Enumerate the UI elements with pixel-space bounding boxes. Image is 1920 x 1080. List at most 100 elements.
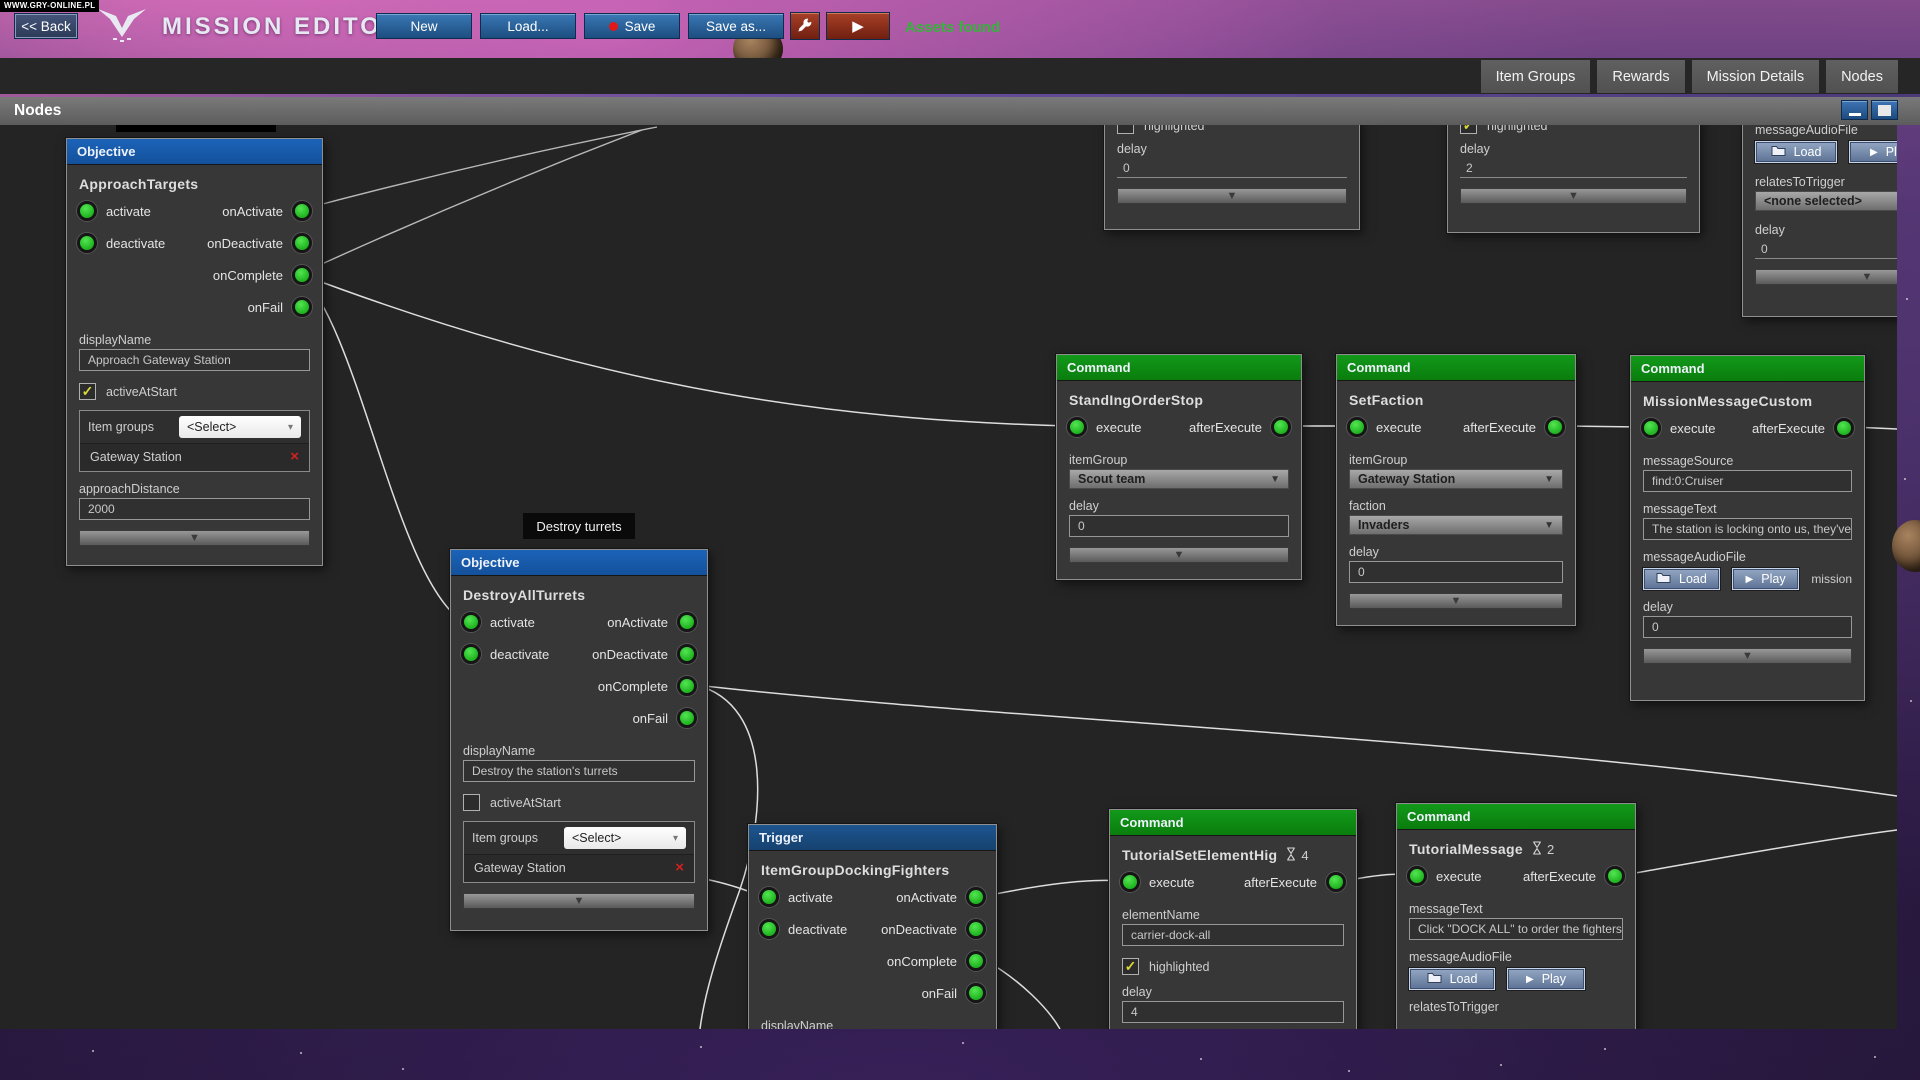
play-audio-button[interactable]: ▶Play bbox=[1507, 968, 1585, 990]
port-dot-icon[interactable] bbox=[77, 201, 97, 221]
delay-input[interactable]: 0 bbox=[1755, 239, 1897, 259]
remove-item-icon[interactable]: × bbox=[675, 860, 684, 875]
load-audio-button[interactable]: Load bbox=[1755, 141, 1837, 163]
back-button[interactable]: << Back bbox=[14, 13, 78, 39]
port-after-execute[interactable]: afterExecute bbox=[1463, 417, 1565, 437]
node-expander[interactable]: ▼ bbox=[1460, 188, 1687, 204]
port-execute[interactable]: execute bbox=[1347, 417, 1422, 437]
port-on-complete[interactable]: onComplete bbox=[213, 265, 312, 285]
item-groups-select[interactable]: <Select> ▾ bbox=[564, 827, 686, 849]
item-group-dropdown[interactable]: Gateway Station ▼ bbox=[1349, 469, 1563, 489]
port-dot-icon[interactable] bbox=[966, 887, 986, 907]
port-dot-icon[interactable] bbox=[461, 612, 481, 632]
tools-button[interactable] bbox=[790, 12, 820, 40]
maximize-button[interactable] bbox=[1871, 100, 1898, 120]
node-expander[interactable]: ▼ bbox=[1117, 188, 1347, 204]
port-on-deactivate[interactable]: onDeactivate bbox=[881, 919, 986, 939]
node-partial-top-left[interactable]: highlighted delay 0 ▼ bbox=[1104, 125, 1360, 230]
port-dot-icon[interactable] bbox=[1347, 417, 1367, 437]
port-on-deactivate[interactable]: onDeactivate bbox=[592, 644, 697, 664]
nodes-panel-header[interactable]: Nodes bbox=[0, 97, 1920, 125]
node-command-tutorial-set-element[interactable]: Command TutorialSetElementHig 4 execute … bbox=[1109, 809, 1357, 1029]
port-dot-icon[interactable] bbox=[1067, 417, 1087, 437]
port-dot-icon[interactable] bbox=[966, 951, 986, 971]
port-dot-icon[interactable] bbox=[677, 612, 697, 632]
highlighted-checkbox[interactable] bbox=[1117, 125, 1134, 134]
node-expander[interactable]: ▼ bbox=[1755, 269, 1897, 285]
message-source-input[interactable]: find:0:Cruiser bbox=[1643, 470, 1852, 492]
delay-input[interactable]: 0 bbox=[1643, 616, 1852, 638]
save-button[interactable]: Save bbox=[584, 13, 680, 39]
delay-input[interactable]: 0 bbox=[1117, 158, 1347, 178]
tab-item-groups[interactable]: Item Groups bbox=[1480, 60, 1591, 93]
port-dot-icon[interactable] bbox=[461, 644, 481, 664]
relates-to-trigger-dropdown[interactable]: <none selected> bbox=[1755, 191, 1897, 211]
port-on-activate[interactable]: onActivate bbox=[896, 887, 986, 907]
port-after-execute[interactable]: afterExecute bbox=[1752, 418, 1854, 438]
port-dot-icon[interactable] bbox=[292, 201, 312, 221]
node-expander[interactable]: ▼ bbox=[1643, 648, 1852, 664]
tab-rewards[interactable]: Rewards bbox=[1597, 60, 1685, 93]
port-execute[interactable]: execute bbox=[1641, 418, 1716, 438]
delay-input[interactable]: 0 bbox=[1349, 561, 1563, 583]
port-dot-icon[interactable] bbox=[1120, 872, 1140, 892]
node-header[interactable]: Command bbox=[1057, 355, 1301, 381]
minimize-button[interactable] bbox=[1841, 100, 1868, 120]
delay-input[interactable]: 2 bbox=[1460, 158, 1687, 178]
port-after-execute[interactable]: afterExecute bbox=[1189, 417, 1291, 437]
node-command-standing-order-stop[interactable]: Command StandIngOrderStop execute afterE… bbox=[1056, 354, 1302, 580]
load-button[interactable]: Load... bbox=[480, 13, 576, 39]
port-dot-icon[interactable] bbox=[677, 676, 697, 696]
highlighted-checkbox[interactable]: ✓ bbox=[1460, 125, 1477, 134]
port-on-complete[interactable]: onComplete bbox=[887, 951, 986, 971]
port-execute[interactable]: execute bbox=[1067, 417, 1142, 437]
port-dot-icon[interactable] bbox=[1641, 418, 1661, 438]
port-dot-icon[interactable] bbox=[759, 887, 779, 907]
node-expander[interactable]: ▼ bbox=[463, 893, 695, 909]
port-dot-icon[interactable] bbox=[966, 919, 986, 939]
active-at-start-checkbox[interactable]: ✓ bbox=[79, 383, 96, 400]
highlighted-checkbox[interactable]: ✓ bbox=[1122, 958, 1139, 975]
play-audio-button[interactable]: ▶Play bbox=[1731, 568, 1800, 590]
port-after-execute[interactable]: afterExecute bbox=[1244, 872, 1346, 892]
load-audio-button[interactable]: Load bbox=[1409, 968, 1495, 990]
port-dot-icon[interactable] bbox=[1407, 866, 1427, 886]
active-at-start-checkbox[interactable] bbox=[463, 794, 480, 811]
message-text-input[interactable]: Click "DOCK ALL" to order the fighters t bbox=[1409, 918, 1623, 940]
node-header[interactable]: Command bbox=[1397, 804, 1635, 830]
node-expander[interactable]: ▼ bbox=[1069, 547, 1289, 563]
port-dot-icon[interactable] bbox=[1605, 866, 1625, 886]
port-after-execute[interactable]: afterExecute bbox=[1523, 866, 1625, 886]
port-on-activate[interactable]: onActivate bbox=[607, 612, 697, 632]
port-execute[interactable]: execute bbox=[1120, 872, 1195, 892]
node-header[interactable]: Objective bbox=[451, 550, 707, 576]
port-dot-icon[interactable] bbox=[292, 233, 312, 253]
port-on-fail[interactable]: onFail bbox=[248, 297, 312, 317]
port-on-complete[interactable]: onComplete bbox=[598, 676, 697, 696]
port-deactivate[interactable]: deactivate bbox=[77, 233, 165, 253]
new-button[interactable]: New bbox=[376, 13, 472, 39]
play-audio-button[interactable]: ▶Play bbox=[1849, 141, 1897, 163]
port-activate[interactable]: activate bbox=[461, 612, 535, 632]
port-dot-icon[interactable] bbox=[966, 983, 986, 1003]
node-objective-approach-targets[interactable]: Objective ApproachTargets activate onAct… bbox=[66, 138, 323, 566]
port-dot-icon[interactable] bbox=[759, 919, 779, 939]
load-audio-button[interactable]: Load bbox=[1643, 568, 1720, 590]
delay-input[interactable]: 0 bbox=[1069, 515, 1289, 537]
display-name-input[interactable]: Destroy the station's turrets bbox=[463, 760, 695, 782]
node-trigger-docking-fighters[interactable]: Trigger ItemGroupDockingFighters activat… bbox=[748, 824, 997, 1029]
node-command-mission-message-custom[interactable]: Command MissionMessageCustom execute aft… bbox=[1630, 355, 1865, 701]
port-on-fail[interactable]: onFail bbox=[922, 983, 986, 1003]
port-on-activate[interactable]: onActivate bbox=[222, 201, 312, 221]
tab-mission-details[interactable]: Mission Details bbox=[1691, 60, 1820, 93]
port-on-fail[interactable]: onFail bbox=[633, 708, 697, 728]
port-on-deactivate[interactable]: onDeactivate bbox=[207, 233, 312, 253]
port-dot-icon[interactable] bbox=[1834, 418, 1854, 438]
port-dot-icon[interactable] bbox=[677, 644, 697, 664]
message-text-input[interactable]: The station is locking onto us, they've … bbox=[1643, 518, 1852, 540]
port-dot-icon[interactable] bbox=[77, 233, 97, 253]
run-mission-button[interactable]: ▶ bbox=[826, 12, 890, 40]
faction-dropdown[interactable]: Invaders ▼ bbox=[1349, 515, 1563, 535]
port-dot-icon[interactable] bbox=[677, 708, 697, 728]
port-deactivate[interactable]: deactivate bbox=[461, 644, 549, 664]
